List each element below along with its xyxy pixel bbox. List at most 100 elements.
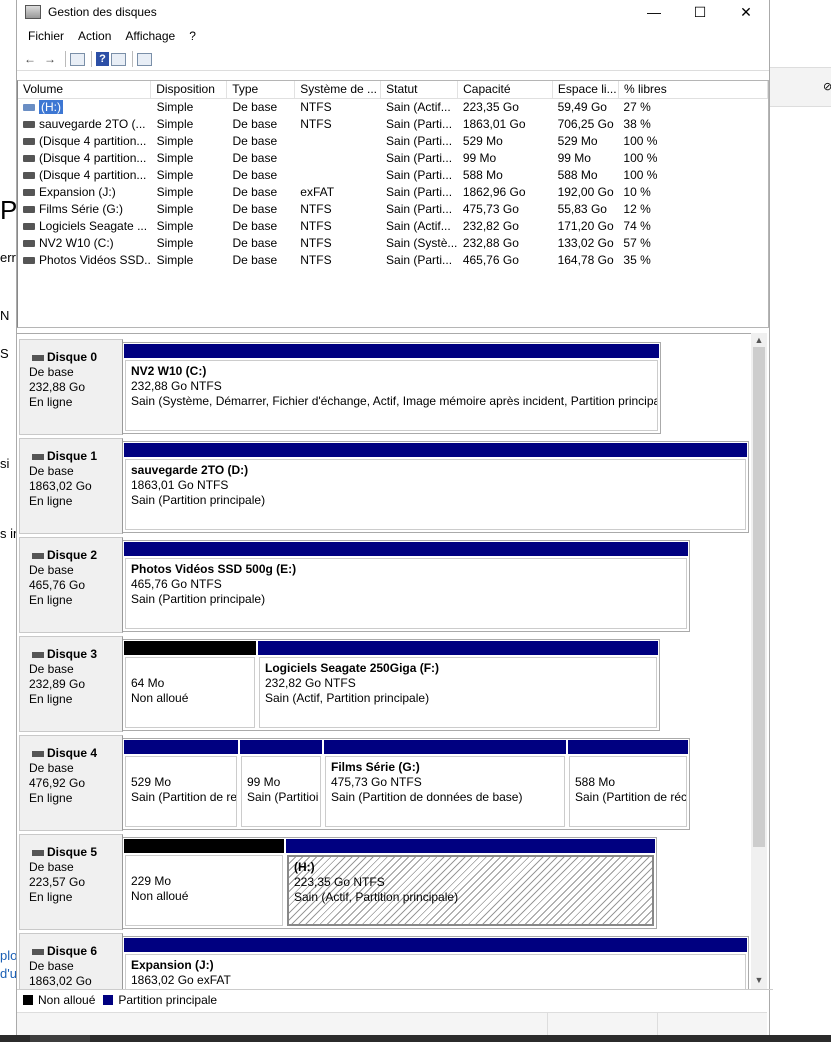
volume-list-header: Volume Disposition Type Système de ... S… bbox=[18, 81, 768, 99]
partition[interactable]: 99 Mo Sain (Partitioi bbox=[239, 739, 323, 829]
column-percent-free[interactable]: % libres bbox=[619, 81, 768, 98]
volume-name: sauvegarde 2TO (... bbox=[39, 117, 146, 131]
disk-name: Disque 4 bbox=[32, 746, 97, 760]
column-type[interactable]: Type bbox=[227, 81, 296, 98]
volume-row[interactable]: Logiciels Seagate ... Simple De base NTFS Sa… bbox=[18, 218, 768, 235]
partition[interactable]: NV2 W10 (C:) 232,88 Go NTFS Sain (Système,… bbox=[123, 343, 660, 433]
disk-name-text: Disque 3 bbox=[47, 647, 98, 661]
back-arrow-icon[interactable]: ← bbox=[21, 51, 39, 67]
cell-capacity: 588 Mo bbox=[462, 168, 503, 182]
cell-name: Films Série (G:) bbox=[18, 201, 152, 218]
disk-label[interactable]: Disque 6De base1863,02 GoEn ligne bbox=[19, 933, 123, 990]
cell-status: Sain (Parti... bbox=[386, 168, 453, 182]
partition-size: 232,82 Go NTFS bbox=[265, 676, 356, 690]
column-volume[interactable]: Volume bbox=[18, 81, 152, 98]
partition[interactable]: (H:) 223,35 Go NTFS Sain (Actif, Partition… bbox=[285, 838, 656, 928]
cell-fs: NTFS bbox=[300, 100, 332, 114]
partition[interactable]: 529 Mo Sain (Partition de re bbox=[123, 739, 239, 829]
partition-bar bbox=[124, 839, 284, 853]
partition-title: Films Série (G:) bbox=[331, 760, 420, 774]
hard-drive-icon bbox=[32, 948, 44, 955]
volume-row[interactable]: Films Série (G:) Simple De base NTFS Sain (P… bbox=[18, 201, 768, 218]
cell-layout: Simple bbox=[156, 202, 194, 216]
partition[interactable]: Photos Vidéos SSD 500g (E:) 465,76 Go NTF… bbox=[123, 541, 689, 631]
partition-bar bbox=[124, 542, 688, 556]
forward-arrow-icon[interactable]: → bbox=[41, 51, 59, 67]
column-filesystem[interactable]: Système de ... bbox=[295, 81, 382, 98]
minimize-button[interactable]: — bbox=[631, 0, 677, 24]
cell-pct: 100 % bbox=[623, 134, 658, 148]
scrollbar-thumb[interactable] bbox=[753, 347, 765, 847]
toolbar: ← → ? bbox=[17, 48, 769, 71]
volume-name: Expansion (J:) bbox=[39, 185, 116, 199]
properties-icon[interactable] bbox=[137, 52, 152, 66]
maximize-button[interactable]: ☐ bbox=[677, 0, 723, 24]
taskbar-item[interactable] bbox=[30, 1035, 90, 1042]
disk-label[interactable]: Disque 2 De base 465,76 Go En ligne bbox=[19, 537, 123, 633]
cell-fs bbox=[295, 133, 381, 150]
disk-type: De base bbox=[29, 662, 74, 676]
disk-label[interactable]: Disque 0 De base 232,88 Go En ligne bbox=[19, 339, 123, 435]
unallocated-space[interactable]: 229 Mo Non alloué bbox=[123, 838, 285, 928]
partition[interactable]: Expansion (J:)1863,02 Go exFATSain (Part… bbox=[123, 937, 748, 990]
disk-label[interactable]: Disque 3 De base 232,89 Go En ligne bbox=[19, 636, 123, 732]
volume-row[interactable]: NV2 W10 (C:) Simple De base NTFS Sain (Systè… bbox=[18, 235, 768, 252]
cell-fs bbox=[295, 167, 381, 184]
help-icon[interactable]: ? bbox=[96, 52, 109, 66]
action-pane-icon[interactable] bbox=[111, 52, 126, 66]
disk-label[interactable]: Disque 4 De base 476,92 Go En ligne bbox=[19, 735, 123, 831]
status-pane bbox=[657, 1013, 658, 1035]
partition-bar bbox=[286, 839, 655, 853]
cell-pct: 12 % bbox=[623, 202, 651, 216]
volume-row[interactable]: (Disque 4 partition... Simple De base Sain … bbox=[18, 133, 768, 150]
partition-status: Sain (Partition de réc bbox=[575, 790, 687, 804]
disk-graphical-view: Disque 0 De base 232,88 Go En ligne NV2 W10 … bbox=[17, 333, 751, 990]
cell-layout: Simple bbox=[156, 100, 194, 114]
partition[interactable]: 588 Mo Sain (Partition de réc bbox=[567, 739, 689, 829]
volume-row[interactable]: sauvegarde 2TO (... Simple De base NTFS Sain… bbox=[18, 116, 768, 133]
partition[interactable]: sauvegarde 2TO (D:) 1863,01 Go NTFS Sain (… bbox=[123, 442, 748, 532]
cell-type: De base bbox=[232, 202, 278, 216]
volume-row[interactable]: (Disque 4 partition... Simple De base Sain … bbox=[18, 150, 768, 167]
graph-scrollbar[interactable]: ▲ ▼ bbox=[751, 333, 767, 989]
partition[interactable]: Logiciels Seagate 250Giga (F:) 232,82 Go … bbox=[257, 640, 659, 730]
cell-capacity: 99 Mo bbox=[462, 151, 497, 165]
partition-title: NV2 W10 (C:) bbox=[131, 364, 207, 378]
show-hide-console-icon[interactable] bbox=[70, 52, 85, 66]
disk-label[interactable]: Disque 1 De base 1863,02 Go En ligne bbox=[19, 438, 123, 534]
cell-capacity: 465,76 Go bbox=[462, 253, 519, 267]
close-button[interactable]: ✕ bbox=[723, 0, 769, 24]
menu-fichier[interactable]: Fichier bbox=[21, 29, 71, 43]
scroll-down-icon[interactable]: ▼ bbox=[751, 975, 767, 985]
cell-name: (Disque 4 partition... bbox=[18, 167, 152, 184]
disk-state: En ligne bbox=[29, 791, 73, 805]
column-status[interactable]: Statut bbox=[381, 81, 459, 98]
menu-affichage[interactable]: Affichage bbox=[118, 29, 182, 43]
cell-layout: Simple bbox=[156, 185, 194, 199]
cell-fs: NTFS bbox=[300, 219, 332, 233]
volume-row[interactable]: Expansion (J:) Simple De base exFAT Sain (Pa… bbox=[18, 184, 768, 201]
column-free-space[interactable]: Espace li... bbox=[553, 81, 620, 98]
volume-name: Logiciels Seagate ... bbox=[39, 219, 148, 233]
unallocated-space[interactable]: 64 Mo Non alloué bbox=[123, 640, 257, 730]
volume-icon bbox=[23, 206, 35, 214]
partition[interactable]: Films Série (G:) 475,73 Go NTFS Sain (Part… bbox=[323, 739, 567, 829]
column-disposition[interactable]: Disposition bbox=[151, 81, 228, 98]
volume-row[interactable]: (H:) Simple De base NTFS Sain (Actif... 223,3… bbox=[18, 99, 768, 116]
menu-help[interactable]: ? bbox=[182, 29, 203, 43]
partition-bar bbox=[124, 443, 747, 457]
disk-size: 232,88 Go bbox=[29, 380, 86, 394]
scroll-up-icon[interactable]: ▲ bbox=[751, 335, 767, 345]
column-capacity[interactable]: Capacité bbox=[458, 81, 553, 98]
volume-row[interactable]: Photos Vidéos SSD... Simple De base NTFS Sai… bbox=[18, 252, 768, 269]
cell-free: 99 Mo bbox=[557, 151, 591, 165]
disk-state: En ligne bbox=[29, 692, 73, 706]
taskbar bbox=[0, 1035, 831, 1042]
cell-name: sauvegarde 2TO (... bbox=[18, 116, 152, 133]
disk-label[interactable]: Disque 5 De base 223,57 Go En ligne bbox=[19, 834, 123, 930]
cell-pct: 57 % bbox=[623, 236, 651, 250]
menu-action[interactable]: Action bbox=[71, 29, 118, 43]
volume-row[interactable]: (Disque 4 partition... Simple De base Sain … bbox=[18, 167, 768, 184]
bg-text: N bbox=[0, 308, 10, 323]
cell-type: De base bbox=[232, 100, 278, 114]
